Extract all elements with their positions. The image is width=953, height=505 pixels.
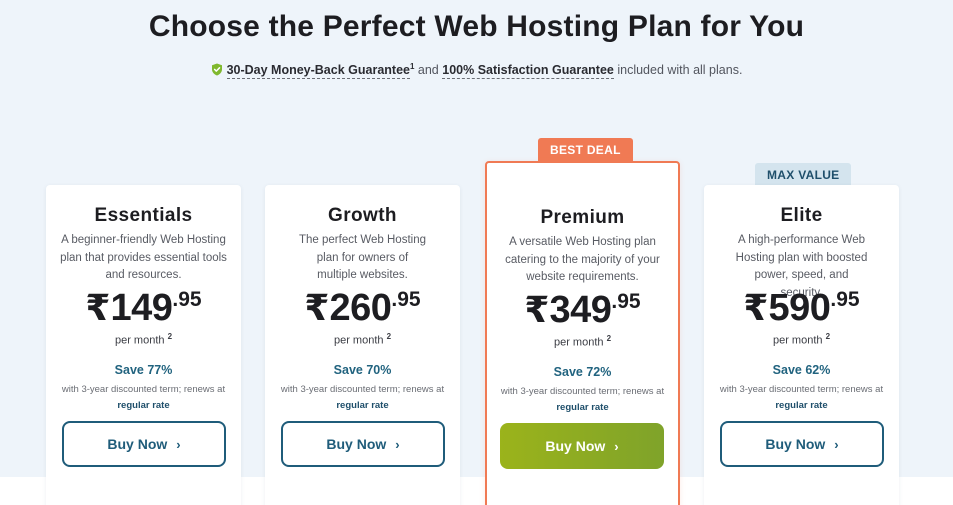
price-main: 260	[329, 287, 392, 329]
footnote-marker[interactable]: 1	[410, 62, 414, 71]
regular-rate-link[interactable]: regular rate	[775, 400, 827, 411]
buy-now-button-premium[interactable]: Buy Now ›	[500, 423, 664, 469]
currency-symbol: ₹	[743, 287, 769, 328]
page-title: Choose the Perfect Web Hosting Plan for …	[148, 10, 805, 43]
terms-text: with 3-year discounted term; renews at	[61, 384, 226, 395]
currency-symbol: ₹	[304, 287, 330, 328]
renewal-terms: with 3-year discounted term; renews at r…	[56, 382, 231, 413]
plan-card-premium: Premium A versatile Web Hosting plan cat…	[485, 161, 680, 505]
per-month-label: per month	[114, 334, 165, 347]
price-main: 349	[549, 289, 612, 331]
plan-card-growth: Growth The perfect Web Hosting plan for …	[265, 185, 460, 505]
plan-description: A beginner-friendly Web Hosting plan tha…	[60, 234, 227, 281]
money-back-guarantee-link[interactable]: 30-Day Money-Back Guarantee	[226, 63, 410, 80]
footnote-marker[interactable]: 2	[826, 332, 830, 341]
satisfaction-guarantee-link[interactable]: 100% Satisfaction Guarantee	[442, 63, 614, 80]
footnote-marker[interactable]: 2	[168, 332, 172, 341]
terms-text: with 3-year discounted term; renews at	[719, 384, 884, 395]
footnote-marker[interactable]: 2	[387, 332, 391, 341]
buy-now-label: Buy Now	[326, 436, 387, 452]
terms-text: with 3-year discounted term; renews at	[280, 384, 445, 395]
terms-text: with 3-year discounted term; renews at	[500, 386, 665, 397]
plan-price: ₹149.95	[46, 287, 241, 330]
savings-label: Save 62%	[772, 363, 831, 377]
regular-rate-link[interactable]: regular rate	[336, 400, 388, 411]
price-cents: .95	[172, 288, 202, 311]
buy-now-label: Buy Now	[545, 438, 606, 454]
plan-name: Growth	[328, 205, 397, 226]
price-main: 590	[768, 287, 831, 329]
plan-price: ₹349.95	[487, 289, 678, 332]
guarantee-suffix: included with all plans.	[617, 63, 743, 78]
guarantee-line: 30-Day Money-Back Guarantee1 and 100% Sa…	[0, 62, 953, 80]
plan-description: The perfect Web Hosting plan for owners …	[299, 234, 426, 281]
renewal-terms: with 3-year discounted term; renews at r…	[714, 382, 889, 413]
plan-name: Elite	[780, 205, 823, 226]
pricing-page: Choose the Perfect Web Hosting Plan for …	[0, 0, 953, 505]
shield-check-icon	[211, 63, 223, 79]
per-month-label: per month	[553, 336, 604, 349]
regular-rate-link[interactable]: regular rate	[117, 400, 169, 411]
chevron-right-icon: ›	[834, 436, 839, 452]
plan-card-essentials: Essentials A beginner-friendly Web Hosti…	[46, 185, 241, 505]
currency-symbol: ₹	[85, 287, 111, 328]
price-cents: .95	[830, 288, 860, 311]
buy-now-button-growth[interactable]: Buy Now ›	[281, 421, 445, 467]
price-cents: .95	[611, 290, 641, 313]
renewal-terms: with 3-year discounted term; renews at r…	[275, 382, 450, 413]
billing-period: per month 2	[704, 332, 899, 347]
buy-now-button-essentials[interactable]: Buy Now ›	[62, 421, 226, 467]
best-deal-badge: BEST DEAL	[538, 138, 633, 162]
plan-price: ₹260.95	[265, 287, 460, 330]
chevron-right-icon: ›	[614, 438, 619, 454]
billing-period: per month 2	[487, 334, 678, 349]
regular-rate-link[interactable]: regular rate	[556, 402, 608, 413]
per-month-label: per month	[772, 334, 823, 347]
savings-label: Save 77%	[114, 363, 173, 377]
per-month-label: per month	[333, 334, 384, 347]
currency-symbol: ₹	[524, 289, 550, 330]
renewal-terms: with 3-year discounted term; renews at r…	[497, 384, 668, 415]
footnote-marker[interactable]: 2	[607, 334, 611, 343]
savings-label: Save 70%	[333, 363, 392, 377]
buy-now-label: Buy Now	[107, 436, 168, 452]
price-cents: .95	[391, 288, 421, 311]
max-value-badge: MAX VALUE	[755, 163, 852, 187]
buy-now-label: Buy Now	[765, 436, 826, 452]
billing-period: per month 2	[265, 332, 460, 347]
plan-price: ₹590.95	[704, 287, 899, 330]
buy-now-button-elite[interactable]: Buy Now ›	[720, 421, 884, 467]
price-main: 149	[110, 287, 173, 329]
chevron-right-icon: ›	[176, 436, 181, 452]
plan-description: A versatile Web Hosting plan catering to…	[505, 236, 660, 283]
plan-name: Premium	[540, 207, 625, 228]
billing-period: per month 2	[46, 332, 241, 347]
savings-label: Save 72%	[553, 365, 612, 379]
chevron-right-icon: ›	[395, 436, 400, 452]
and-text: and	[417, 63, 439, 78]
plan-name: Essentials	[94, 205, 193, 226]
plan-card-elite: Elite A high-performance Web Hosting pla…	[704, 185, 899, 505]
